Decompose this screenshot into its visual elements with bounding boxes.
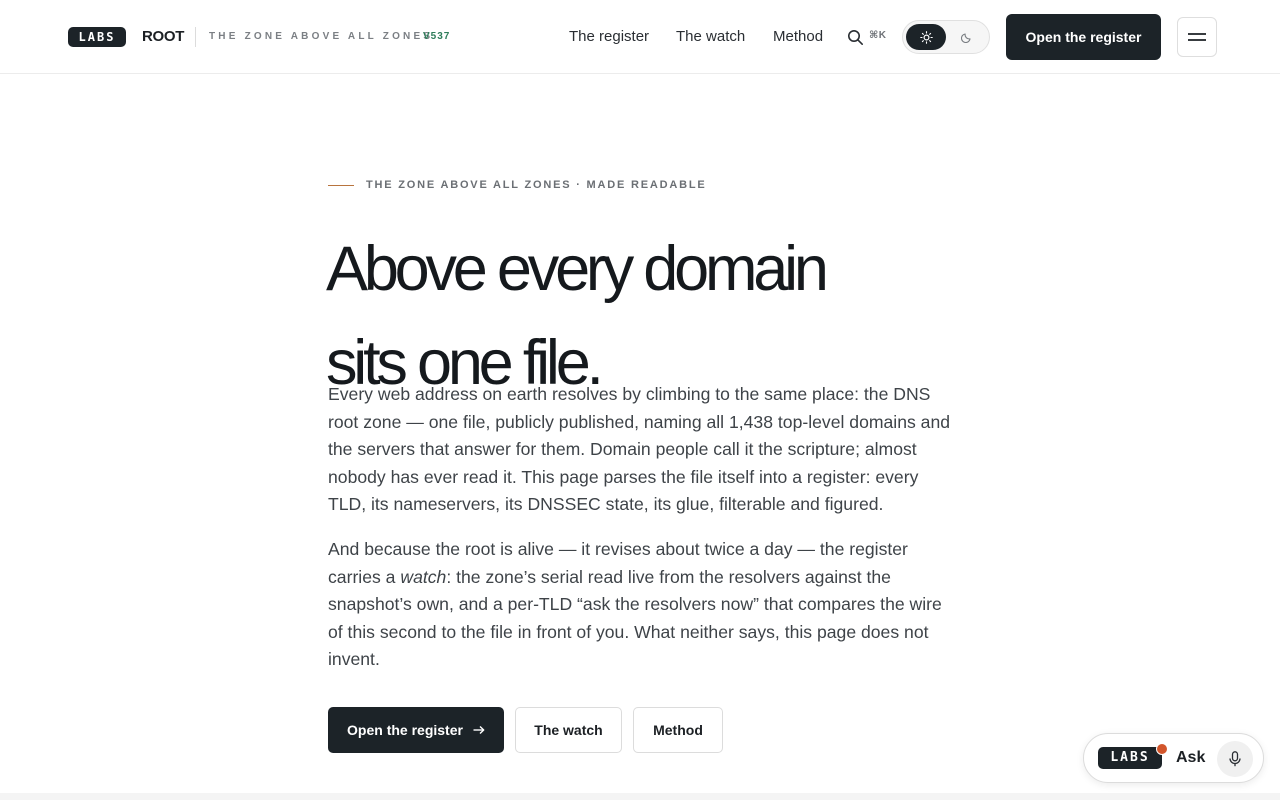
hero-method-button[interactable]: Method: [633, 707, 723, 753]
search-shortcut: ⌘K: [869, 30, 887, 41]
hero-open-register-button[interactable]: Open the register: [328, 707, 504, 753]
headline-line-1: Above every domain: [326, 234, 829, 304]
hero-open-register-label: Open the register: [347, 722, 463, 738]
nav-link-register[interactable]: The register: [569, 28, 649, 45]
header-tagline: THE ZONE ABOVE ALL ZONES: [209, 31, 434, 42]
eyebrow-rule: [328, 185, 354, 186]
sun-icon: [919, 30, 933, 44]
open-register-button[interactable]: Open the register: [1006, 14, 1161, 60]
hero-watch-button[interactable]: The watch: [515, 707, 622, 753]
ask-labs-logo: LABS: [1098, 747, 1162, 769]
theme-toggle[interactable]: [902, 20, 990, 54]
next-section-edge: [0, 793, 1280, 800]
dark-theme-option[interactable]: [947, 24, 987, 50]
brand-name[interactable]: ROOT: [142, 28, 184, 45]
site-header: LABS ROOT THE ZONE ABOVE ALL ZONES V537 …: [0, 0, 1280, 74]
watch-paragraph: And because the root is alive — it revis…: [328, 536, 953, 674]
notification-dot: [1156, 743, 1168, 755]
search-icon[interactable]: [847, 29, 864, 46]
header-divider: [195, 27, 196, 47]
intro-paragraph: Every web address on earth resolves by c…: [328, 384, 951, 515]
light-theme-option[interactable]: [906, 24, 946, 50]
version-badge: V537: [423, 31, 451, 42]
nav-link-method[interactable]: Method: [773, 28, 823, 45]
moon-icon: [961, 33, 971, 43]
watch-emphasis: watch: [400, 566, 447, 587]
arrow-right-icon: [473, 725, 485, 735]
nav-link-watch[interactable]: The watch: [676, 28, 745, 45]
hamburger-icon: [1188, 33, 1206, 41]
hero-eyebrow: THE ZONE ABOVE ALL ZONES · MADE READABLE: [366, 179, 707, 191]
ask-widget[interactable]: LABS Ask: [1083, 733, 1264, 783]
labs-logo[interactable]: LABS: [68, 27, 126, 47]
menu-button[interactable]: [1177, 17, 1217, 57]
ask-label: Ask: [1176, 749, 1206, 766]
microphone-button[interactable]: [1217, 741, 1253, 777]
microphone-icon: [1229, 751, 1241, 767]
